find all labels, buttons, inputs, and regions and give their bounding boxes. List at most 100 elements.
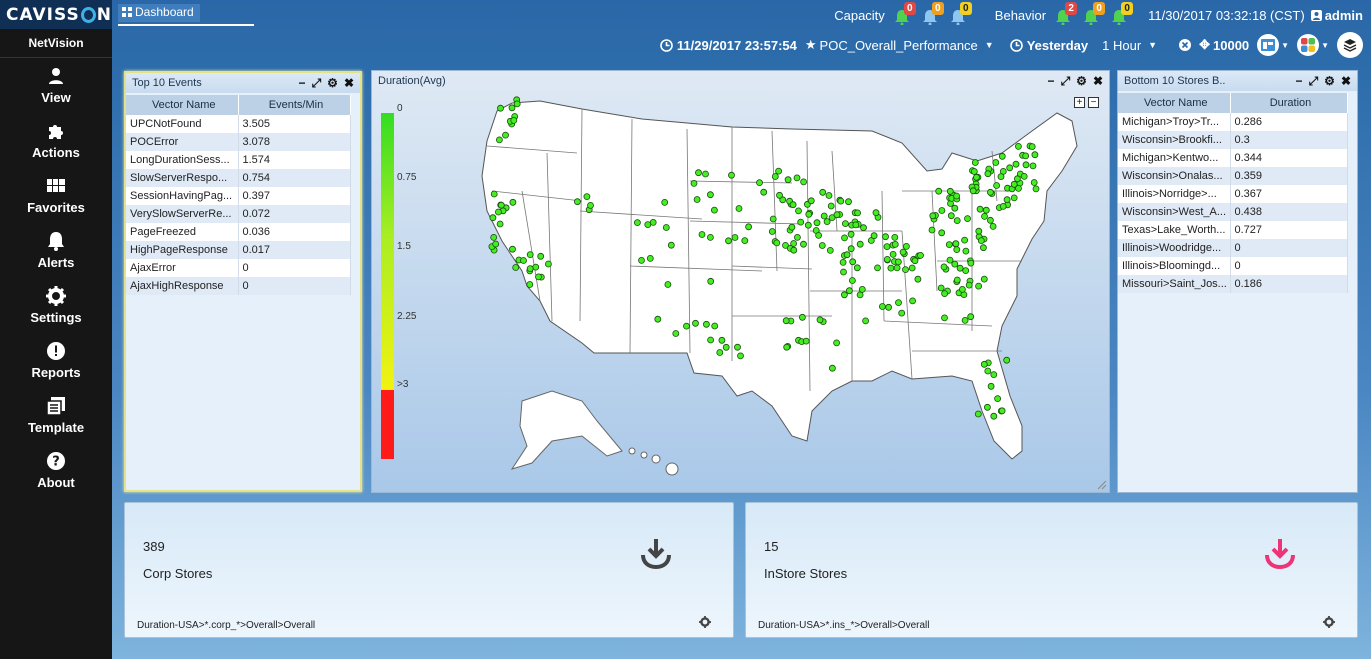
store-marker[interactable] bbox=[1010, 180, 1018, 188]
store-marker[interactable] bbox=[826, 246, 834, 254]
store-marker[interactable] bbox=[495, 208, 502, 216]
store-marker[interactable] bbox=[941, 314, 948, 322]
store-marker[interactable] bbox=[813, 219, 821, 227]
store-marker[interactable] bbox=[573, 198, 581, 206]
store-marker[interactable] bbox=[883, 243, 891, 251]
store-marker[interactable] bbox=[537, 252, 545, 260]
store-marker[interactable] bbox=[874, 264, 881, 272]
store-marker[interactable] bbox=[702, 170, 709, 178]
store-marker[interactable] bbox=[841, 220, 849, 228]
store-marker[interactable] bbox=[722, 343, 730, 351]
store-marker[interactable] bbox=[937, 284, 945, 292]
store-marker[interactable] bbox=[847, 245, 855, 253]
store-marker[interactable] bbox=[789, 201, 797, 209]
store-marker[interactable] bbox=[662, 224, 670, 231]
store-marker[interactable] bbox=[984, 170, 992, 178]
store-marker[interactable] bbox=[800, 240, 807, 248]
store-marker[interactable] bbox=[854, 209, 862, 217]
store-marker[interactable] bbox=[737, 352, 744, 360]
behavior-minor-bell-icon[interactable]: 0 bbox=[1108, 2, 1134, 25]
store-marker[interactable] bbox=[707, 336, 715, 344]
store-marker[interactable] bbox=[825, 192, 833, 199]
table-row[interactable]: POCError 3.078 bbox=[126, 133, 351, 151]
store-marker[interactable] bbox=[731, 234, 739, 241]
store-marker[interactable] bbox=[928, 226, 936, 234]
store-marker[interactable] bbox=[807, 197, 815, 205]
store-marker[interactable] bbox=[845, 198, 852, 206]
store-marker[interactable] bbox=[711, 322, 719, 330]
store-marker[interactable] bbox=[756, 179, 763, 186]
store-marker[interactable] bbox=[975, 282, 982, 290]
table-row[interactable]: SessionHavingPag... 0.397 bbox=[126, 187, 351, 205]
store-marker[interactable] bbox=[702, 320, 710, 328]
store-marker[interactable] bbox=[661, 199, 669, 206]
store-marker[interactable] bbox=[496, 220, 504, 228]
store-marker[interactable] bbox=[633, 219, 641, 227]
store-marker[interactable] bbox=[837, 197, 845, 205]
layout-button[interactable]: ▼ bbox=[1257, 34, 1289, 56]
kpi-card-instore[interactable]: 15 InStore Stores Duration-USA>*.ins_*>O… bbox=[745, 502, 1358, 638]
table-row[interactable]: Michigan>Kentwo... 0.344 bbox=[1118, 149, 1348, 167]
store-marker[interactable] bbox=[768, 228, 776, 235]
store-marker[interactable] bbox=[644, 221, 652, 229]
store-marker[interactable] bbox=[945, 241, 953, 249]
store-marker[interactable] bbox=[776, 191, 783, 199]
store-marker[interactable] bbox=[947, 212, 955, 220]
store-marker[interactable] bbox=[898, 309, 906, 317]
usa-map[interactable] bbox=[432, 91, 1112, 491]
store-marker[interactable] bbox=[496, 136, 503, 144]
store-marker[interactable] bbox=[962, 247, 970, 255]
store-marker[interactable] bbox=[882, 233, 889, 241]
store-marker[interactable] bbox=[953, 192, 960, 200]
store-marker[interactable] bbox=[893, 264, 901, 272]
start-time[interactable]: 11/29/2017 23:57:54 bbox=[660, 38, 797, 53]
store-marker[interactable] bbox=[734, 343, 741, 351]
store-marker[interactable] bbox=[526, 251, 534, 259]
table-row[interactable]: Illinois>Norridge>... 0.367 bbox=[1118, 185, 1348, 203]
behavior-major-bell-icon[interactable]: 0 bbox=[1080, 2, 1106, 25]
store-marker[interactable] bbox=[783, 343, 791, 351]
store-marker[interactable] bbox=[828, 364, 836, 372]
sidebar-item-settings[interactable]: Settings bbox=[0, 278, 112, 333]
store-marker[interactable] bbox=[984, 367, 992, 375]
store-marker[interactable] bbox=[862, 317, 870, 325]
interval-dropdown[interactable]: 1 Hour ▼ bbox=[1102, 38, 1157, 53]
store-marker[interactable] bbox=[975, 227, 983, 235]
store-marker[interactable] bbox=[773, 239, 781, 247]
store-marker[interactable] bbox=[894, 258, 902, 266]
store-marker[interactable] bbox=[961, 316, 969, 324]
store-marker[interactable] bbox=[1029, 162, 1037, 170]
store-marker[interactable] bbox=[860, 224, 867, 232]
store-marker[interactable] bbox=[1022, 152, 1030, 160]
store-marker[interactable] bbox=[795, 207, 802, 215]
store-marker[interactable] bbox=[819, 188, 827, 196]
sidebar-item-favorites[interactable]: Favorites bbox=[0, 168, 112, 223]
store-marker[interactable] bbox=[706, 191, 714, 199]
store-marker[interactable] bbox=[909, 297, 917, 305]
store-marker[interactable] bbox=[583, 193, 591, 200]
store-marker[interactable] bbox=[848, 277, 856, 284]
favorite-dropdown[interactable]: ★ POC_Overall_Performance ▼ bbox=[805, 37, 994, 53]
sidebar-item-actions[interactable]: Actions bbox=[0, 113, 112, 168]
table-row[interactable]: UPCNotFound 3.505 bbox=[126, 115, 351, 133]
store-marker[interactable] bbox=[840, 291, 848, 299]
store-marker[interactable] bbox=[953, 276, 961, 284]
store-marker[interactable] bbox=[683, 322, 690, 330]
store-marker[interactable] bbox=[818, 242, 826, 249]
store-marker[interactable] bbox=[856, 291, 864, 299]
sidebar-item-view[interactable]: View bbox=[0, 58, 112, 113]
store-marker[interactable] bbox=[952, 240, 960, 248]
sidebar-item-about[interactable]: ? About bbox=[0, 443, 112, 498]
minimize-icon[interactable]: − bbox=[299, 76, 306, 90]
store-marker[interactable] bbox=[664, 281, 672, 288]
store-marker[interactable] bbox=[693, 196, 701, 203]
store-marker[interactable] bbox=[793, 174, 801, 182]
store-marker[interactable] bbox=[852, 221, 860, 229]
store-marker[interactable] bbox=[1010, 194, 1018, 202]
store-marker[interactable] bbox=[908, 264, 916, 272]
store-marker[interactable] bbox=[946, 187, 954, 195]
store-marker[interactable] bbox=[849, 258, 857, 266]
store-marker[interactable] bbox=[885, 303, 893, 311]
store-marker[interactable] bbox=[1012, 160, 1020, 168]
capacity-major-bell-icon[interactable]: 0 bbox=[919, 2, 944, 25]
